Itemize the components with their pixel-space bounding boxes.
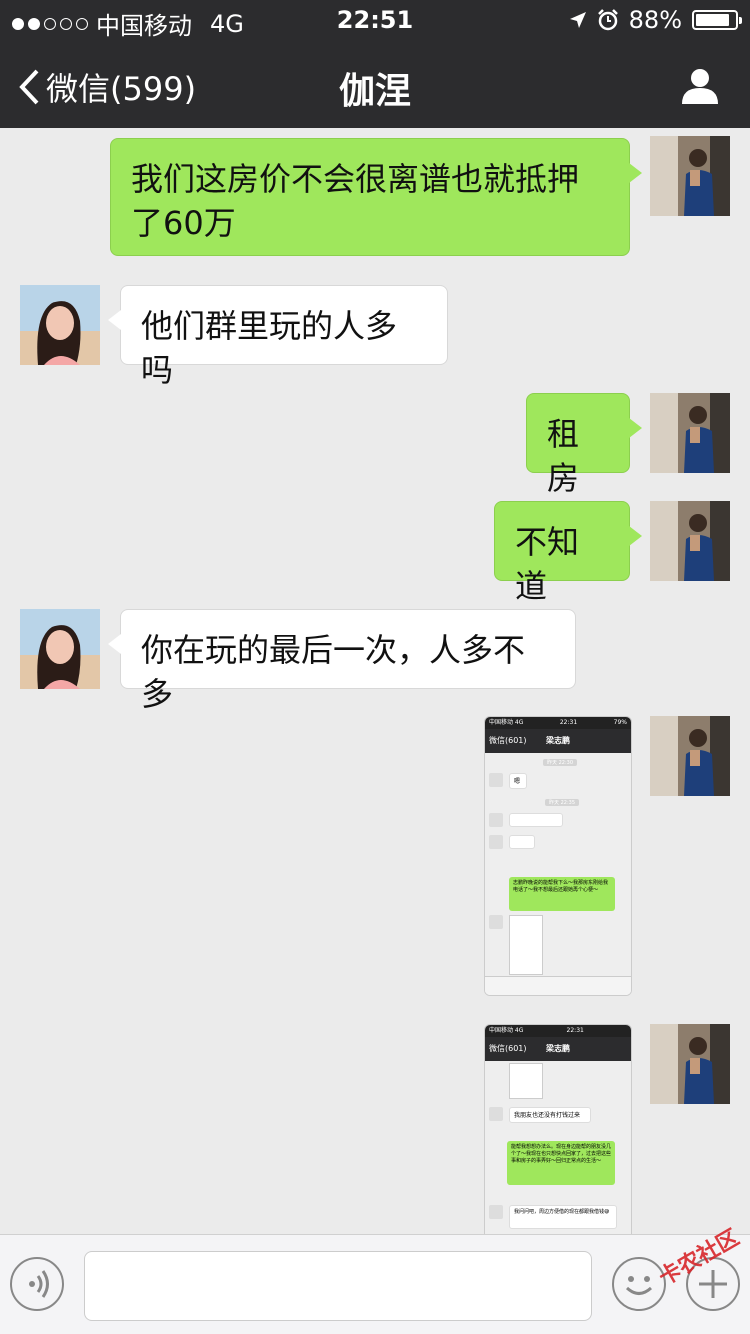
screenshot-input-bar [485,976,631,995]
my-avatar[interactable] [650,501,730,581]
screenshot-avatar [489,773,503,787]
message-bubble-received[interactable]: 他们群里玩的人多吗 [108,285,448,389]
screenshot-status-bar: 中国移动 4G 22:31 [485,1025,631,1037]
message-bubble-sent[interactable]: 租房 [526,393,642,497]
message-bubble-received[interactable]: 你在玩的最后一次，人多不多 [108,609,576,713]
screenshot-image [509,1063,543,1099]
screenshot-title: 梁志鹏 [546,1044,570,1053]
status-bar: 中国移动 4G 22:51 88% [0,0,750,40]
screenshot-avatar [489,1107,503,1121]
contact-avatar[interactable] [20,609,100,689]
message-text: 他们群里玩的人多吗 [141,307,398,389]
my-avatar[interactable] [650,393,730,473]
screenshot-time: 22:31 [566,1027,584,1034]
screenshot-time: 22:31 [559,719,578,726]
screenshot-bubble: 我朋友也还没有打钱过来 [509,1107,591,1123]
screenshot-bubble: 我问问吧，周边方便借的现在都跟我借钱😅 [509,1205,617,1229]
contact-avatar[interactable] [20,285,100,365]
screenshot-nav: 微信(601) 梁志鹏 [485,729,631,753]
screenshot-avatar [489,813,503,827]
screenshot-bubble: 嗯 [509,773,527,789]
screenshot-avatar [489,1205,503,1219]
screenshot-carrier: 中国移动 4G [489,719,524,726]
screenshot-body: 我朋友也还没有打钱过来 能帮我想想办法么。现在身边能帮的朋友没几个了～我现在也只… [485,1061,631,1234]
screenshot-avatar [489,835,503,849]
profile-icon[interactable] [680,66,720,106]
message-text: 你在玩的最后一次，人多不多 [141,631,526,713]
alarm-icon [597,9,618,31]
screenshot-battery: 79% [613,719,627,726]
battery-icon [692,10,742,30]
message-bubble-sent[interactable]: 不知道 [494,501,642,605]
screenshot-voice-bubble [509,835,535,849]
screenshot-text: 我朋友也还没有打钱过来 [514,1112,581,1119]
voice-button[interactable] [10,1257,64,1311]
message-text: 不知道 [515,523,580,605]
input-bar [0,1234,750,1334]
image-message[interactable]: 中国移动 4G 22:31 微信(601) 梁志鹏 我朋友也还没有打钱过来 能帮… [484,1024,632,1234]
chat-title: 伽涅 [338,71,411,112]
screenshot-text: 我问问吧，周边方便借的现在都跟我借钱😅 [514,1209,610,1215]
message-text: 我们这房价不会很离谱也就抵押了60万 [131,160,580,242]
screenshot-carrier: 中国移动 4G [489,1027,524,1034]
status-right: 88% [569,6,742,34]
message-bubble-sent[interactable]: 我们这房价不会很离谱也就抵押了60万 [110,138,642,256]
screenshot-text: 能帮我想想办法么。现在身边能帮的朋友没几个了～我现在也只想快点回家了，过去把这些… [511,1144,612,1164]
screenshot-bubble: 能帮我想想办法么。现在身边能帮的朋友没几个了～我现在也只想快点回家了，过去把这些… [507,1141,615,1185]
my-avatar[interactable] [650,1024,730,1104]
screenshot-text: 嗯 [514,778,521,785]
screenshot-image [509,915,543,975]
screenshot-nav: 微信(601) 梁志鹏 [485,1037,631,1061]
screenshot-time-label: 昨天 22:35 [545,799,579,806]
message-text: 租房 [547,415,580,497]
my-avatar[interactable] [650,136,730,216]
chat-area[interactable]: 我们这房价不会很离谱也就抵押了60万 他们群里玩的人多吗 租房 不知道 你在玩的… [0,128,750,1234]
nav-bar: 微信(599) 伽涅 [0,40,750,128]
my-avatar[interactable] [650,716,730,796]
screenshot-title: 梁志鹏 [546,736,570,745]
screenshot-text: 志鹏昨晚说的能帮我下么～我那房东刚给我电话了～我不想最后还跟她再个心梗～ [513,880,609,893]
screenshot-avatar [489,915,503,929]
screenshot-body: 昨天 22:30 嗯 昨天 22:35 志鹏昨晚说的能帮我下么～我那房东刚给我电… [485,753,631,995]
battery-percent: 88% [628,6,682,34]
voice-icon [29,1270,49,1298]
image-message[interactable]: 中国移动 4G 22:31 79% 微信(601) 梁志鹏 昨天 22:30 嗯… [484,716,632,996]
screenshot-status-bar: 中国移动 4G 22:31 79% [485,717,631,729]
message-input[interactable] [84,1251,592,1321]
screenshot-voice-bubble [509,813,563,827]
screenshot-bubble: 志鹏昨晚说的能帮我下么～我那房东刚给我电话了～我不想最后还跟她再个心梗～ [509,877,615,911]
location-icon [569,12,586,28]
screenshot-time-label: 昨天 22:30 [543,759,577,766]
